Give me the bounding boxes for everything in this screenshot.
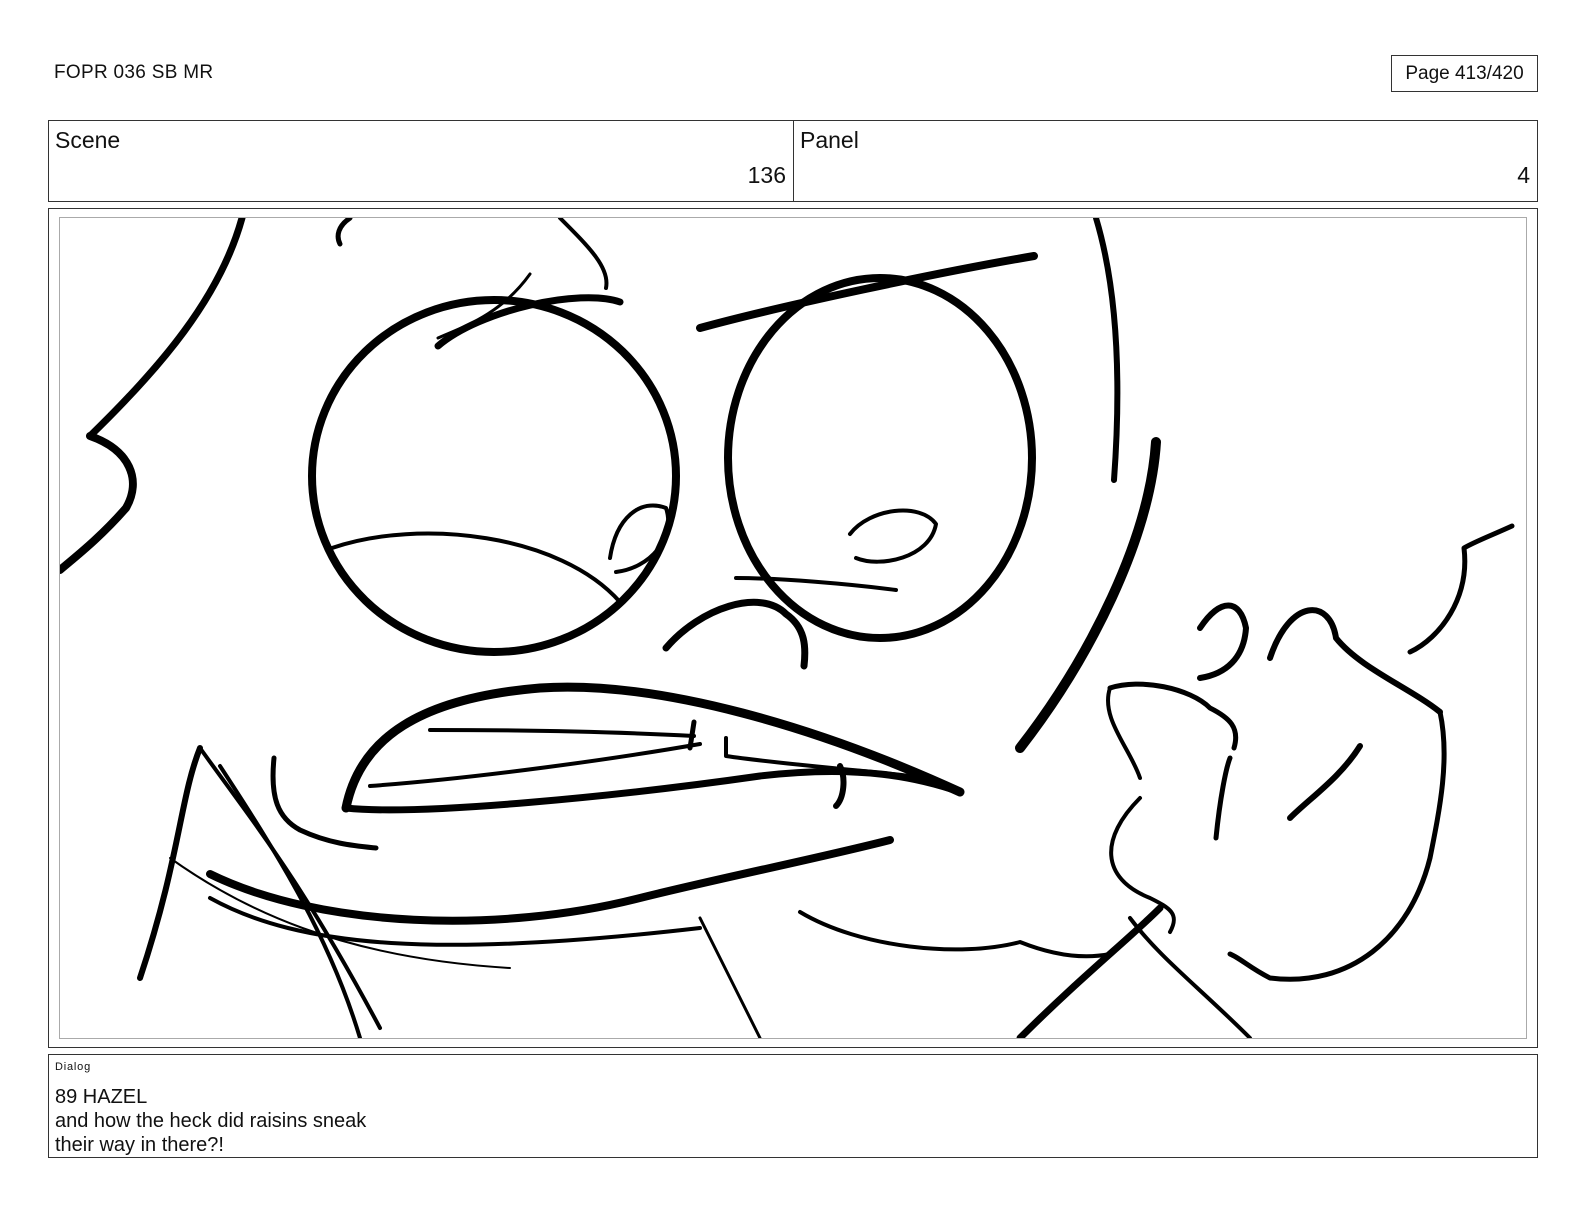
- storyboard-drawing: [59, 217, 1527, 1039]
- dialog-line: 89 HAZEL: [55, 1086, 148, 1108]
- panel-cell: Panel 4: [794, 121, 1537, 201]
- scene-panel-info: Scene 136 Panel 4: [48, 120, 1538, 202]
- scene-cell: Scene 136: [49, 121, 794, 201]
- scene-number: 136: [747, 162, 786, 188]
- dialog-box: Dialog 89 HAZEL and how the heck did rai…: [48, 1054, 1538, 1158]
- dialog-line: their way in there?!: [55, 1134, 224, 1156]
- dialog-text: 89 HAZEL and how the heck did raisins sn…: [55, 1085, 366, 1157]
- panel-label: Panel: [800, 127, 859, 153]
- sketch-illustration: [60, 218, 1515, 1038]
- panel-number: 4: [1517, 162, 1530, 188]
- page-indicator: Page 413/420: [1391, 55, 1538, 92]
- scene-label: Scene: [55, 127, 121, 153]
- dialog-label: Dialog: [55, 1061, 91, 1073]
- document-title: FOPR 036 SB MR: [54, 62, 214, 83]
- storyboard-frame: [48, 208, 1538, 1048]
- dialog-line: and how the heck did raisins sneak: [55, 1110, 367, 1132]
